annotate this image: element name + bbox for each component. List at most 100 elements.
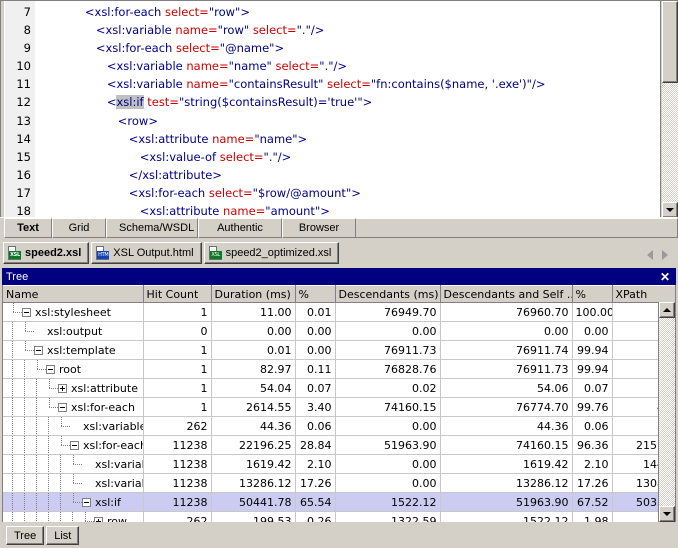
tree-node-label: xsl:variable xyxy=(94,477,143,490)
view-tab-schema-wsdl[interactable]: Schema/WSDL xyxy=(106,218,198,238)
cell-dur: 0.00 xyxy=(211,322,295,341)
column-header-name[interactable]: Name xyxy=(3,286,143,303)
tree-node-cell[interactable]: xsl:if xyxy=(3,493,143,512)
code-token: /> xyxy=(311,23,325,37)
collapse-node-icon[interactable] xyxy=(34,346,43,355)
tree-node-cell[interactable]: xsl:for-each xyxy=(3,398,143,417)
tree-node-cell[interactable]: root xyxy=(3,360,143,379)
collapse-node-icon[interactable] xyxy=(82,498,91,507)
cell-pct2: 0.06 xyxy=(572,417,612,436)
table-row[interactable]: xsl:for-each1123822196.2528.8451963.9074… xyxy=(3,436,676,455)
table-row[interactable]: xsl:output00.000.000.000.000.000.00 xyxy=(3,322,676,341)
editor-vertical-scrollbar[interactable] xyxy=(660,1,678,217)
code-token: > xyxy=(240,5,250,19)
table-row[interactable]: xsl:variable1123813286.1217.260.0013286.… xyxy=(3,474,676,493)
code-line[interactable]: <xsl:attribute name="name"> xyxy=(41,130,644,148)
view-tab-authentic[interactable]: Authentic xyxy=(198,218,282,238)
tree-vertical-scrollbar[interactable] xyxy=(658,302,675,522)
code-line[interactable]: <xsl:for-each select="$row/@amount"> xyxy=(41,184,644,202)
tree-node-cell[interactable]: xsl:stylesheet xyxy=(3,303,143,322)
file-tab-speed2-optimized-xsl[interactable]: XSLspeed2_optimized.xsl xyxy=(204,242,340,264)
code-line[interactable]: <xsl:attribute name="amount"> xyxy=(41,202,644,217)
tree-indent-guide xyxy=(6,436,18,454)
editor-view-tabs[interactable]: TextGridSchema/WSDL Authentic Browser xyxy=(0,217,678,238)
tree-node-cell[interactable]: xsl:variable xyxy=(3,417,143,436)
tree-panel-titlebar: Tree ✕ xyxy=(2,268,676,285)
column-header-xpath[interactable]: XPath xyxy=(612,286,676,303)
collapse-node-icon[interactable] xyxy=(22,308,31,317)
chevron-down-icon xyxy=(666,208,674,212)
code-line[interactable]: <xsl:for-each select="@name"> xyxy=(41,39,644,57)
table-row[interactable]: xsl:attribute154.040.070.0254.060.070.00 xyxy=(3,379,676,398)
view-tab-text[interactable]: Text xyxy=(4,218,52,238)
table-body[interactable]: xsl:stylesheet111.000.0176949.7076960.70… xyxy=(3,303,676,524)
table-header-row[interactable]: NameHit CountDuration (ms)%Descendants (… xyxy=(3,286,676,303)
profiler-tab-list[interactable]: List xyxy=(46,526,79,545)
close-icon[interactable]: ✕ xyxy=(658,270,672,284)
code-token: > xyxy=(363,95,373,109)
code-text-area[interactable]: <xsl:for-each select="row"> <xsl:variabl… xyxy=(41,1,644,217)
tree-node-cell[interactable]: xsl:output xyxy=(3,322,143,341)
column-header-duration-ms-[interactable]: Duration (ms) xyxy=(211,286,295,303)
scrollbar-track[interactable] xyxy=(659,318,675,506)
cell-dur: 82.97 xyxy=(211,360,295,379)
tree-node-cell[interactable]: xsl:template xyxy=(3,341,143,360)
expand-node-icon[interactable] xyxy=(58,384,67,393)
table-row[interactable]: xsl:template10.010.0076911.7376911.7499.… xyxy=(3,341,676,360)
code-line[interactable]: <xsl:for-each select="row"> xyxy=(41,3,644,21)
file-tab-xsl-output-html[interactable]: HTMXSL Output.html xyxy=(91,242,201,264)
table-row[interactable]: xsl:for-each12614.553.4074160.1576774.70… xyxy=(3,398,676,417)
column-header-hit-count[interactable]: Hit Count xyxy=(143,286,211,303)
collapse-node-icon[interactable] xyxy=(46,365,55,374)
column-header--[interactable]: % xyxy=(295,286,335,303)
tree-indent-guide xyxy=(6,341,18,359)
collapse-node-icon[interactable] xyxy=(58,403,67,412)
table-row[interactable]: xsl:variable26244.360.060.0044.360.0639.… xyxy=(3,417,676,436)
profiler-tab-tree[interactable]: Tree xyxy=(6,526,44,545)
column-header--[interactable]: % xyxy=(572,286,612,303)
profiler-view-tabs[interactable]: TreeList xyxy=(0,522,678,548)
code-line[interactable]: <xsl:if test="string($containsResult)='t… xyxy=(41,93,644,111)
open-file-tabs[interactable]: XSLspeed2.xslHTMXSL Output.htmlXSLspeed2… xyxy=(0,238,678,264)
scroll-tabs-right-icon[interactable] xyxy=(662,250,668,260)
code-line[interactable]: <xsl:variable name="name" select="."/> xyxy=(41,57,644,75)
tree-node-cell[interactable]: xsl:for-each xyxy=(3,436,143,455)
tree-indent-guide xyxy=(6,322,18,340)
collapse-node-icon[interactable] xyxy=(70,441,79,450)
tree-node-cell[interactable]: xsl:attribute xyxy=(3,379,143,398)
table-row[interactable]: xsl:variable112381619.422.100.001619.422… xyxy=(3,455,676,474)
tree-indent-guide xyxy=(42,436,54,454)
cell-hit: 262 xyxy=(143,417,211,436)
file-tabs-nav[interactable] xyxy=(647,250,678,264)
table-row[interactable]: xsl:stylesheet111.000.0176949.7076960.70… xyxy=(3,303,676,322)
scroll-down-button[interactable] xyxy=(659,506,675,522)
file-tab-speed2-xsl[interactable]: XSLspeed2.xsl xyxy=(3,242,89,264)
scrollbar-thumb[interactable] xyxy=(662,1,678,83)
tree-grid-container[interactable]: NameHit CountDuration (ms)%Descendants (… xyxy=(2,285,676,523)
scroll-up-button[interactable] xyxy=(659,302,675,318)
code-line[interactable]: <xsl:variable name="row" select="."/> xyxy=(41,21,644,39)
scroll-tabs-left-icon[interactable] xyxy=(647,250,653,260)
tree-node-label: xsl:for-each xyxy=(82,439,143,452)
column-header-descendants-and-self-[interactable]: Descendants and Self ... xyxy=(440,286,572,303)
scroll-down-button[interactable] xyxy=(662,202,678,217)
tree-indent-guide xyxy=(30,474,42,492)
tree-node-cell[interactable]: xsl:variable xyxy=(3,455,143,474)
code-line[interactable]: </xsl:attribute> xyxy=(41,166,644,184)
view-tab-grid[interactable]: Grid xyxy=(52,218,106,238)
column-header-label: Descendants and Self ... xyxy=(444,288,573,301)
code-line[interactable]: <xsl:variable name="containsResult" sele… xyxy=(41,75,644,93)
code-line[interactable]: <row> xyxy=(41,112,644,130)
tree-node-cell[interactable]: xsl:variable xyxy=(3,474,143,493)
code-line[interactable]: <xsl:value-of select="."/> xyxy=(41,148,644,166)
cell-pct1: 2.10 xyxy=(295,455,335,474)
line-number: 13 xyxy=(5,112,31,130)
xslt-code-editor[interactable]: 789101112131415161718 <xsl:for-each sele… xyxy=(0,0,678,217)
view-tab-label: Authentic xyxy=(217,222,263,234)
code-token: > xyxy=(351,186,361,200)
table-row[interactable]: root182.970.1176828.7676911.7399.940.00 xyxy=(3,360,676,379)
tree-indent-guide xyxy=(30,417,42,435)
table-row[interactable]: xsl:if1123850441.7865.541522.1251963.906… xyxy=(3,493,676,512)
view-tab-browser[interactable]: Browser xyxy=(282,218,356,238)
column-header-descendants-ms-[interactable]: Descendants (ms) xyxy=(335,286,440,303)
